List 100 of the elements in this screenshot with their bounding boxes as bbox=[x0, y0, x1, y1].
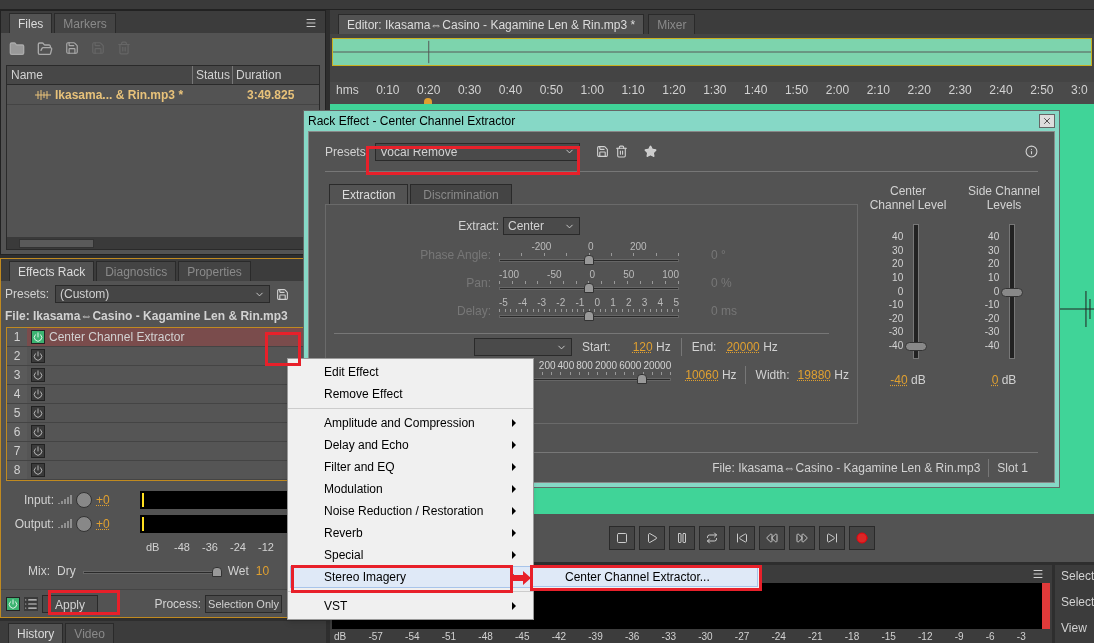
panel-tab[interactable]: Editor: Ikasama⇔Casino - Kagamine Len & Rin.mp3 * bbox=[338, 14, 645, 34]
submenu-arrow-icon bbox=[512, 507, 516, 515]
dialog-title: Rack Effect - Center Channel Extractor bbox=[308, 113, 516, 130]
skip-forward-icon bbox=[826, 532, 838, 544]
power-icon[interactable] bbox=[31, 444, 45, 458]
knob-icon[interactable] bbox=[76, 492, 92, 508]
folder-icon[interactable] bbox=[9, 41, 25, 57]
panel-tab[interactable]: Effects Rack bbox=[9, 261, 95, 281]
slider-thumb[interactable] bbox=[211, 566, 222, 577]
panel-label: Select bbox=[1061, 594, 1094, 611]
slider[interactable] bbox=[499, 253, 679, 265]
panel-tab[interactable]: History bbox=[8, 623, 64, 643]
tick-label: 3 bbox=[641, 297, 648, 309]
rewind-icon bbox=[766, 532, 778, 544]
power-icon[interactable] bbox=[31, 349, 45, 363]
panel-tab[interactable]: Video bbox=[65, 623, 114, 643]
star-icon[interactable] bbox=[644, 145, 657, 158]
transport-button[interactable] bbox=[669, 526, 695, 550]
info-icon[interactable] bbox=[1025, 145, 1038, 158]
power-icon[interactable] bbox=[31, 368, 45, 382]
meter-scale-label: 10 bbox=[891, 272, 904, 283]
volume-bars-icon bbox=[58, 495, 72, 505]
transport-button[interactable] bbox=[729, 526, 755, 550]
transport-button[interactable] bbox=[819, 526, 845, 550]
transport-button[interactable] bbox=[759, 526, 785, 550]
save-icon[interactable] bbox=[65, 41, 79, 55]
power-icon[interactable] bbox=[31, 425, 45, 439]
menu-item[interactable]: Noise Reduction / Restoration bbox=[290, 500, 531, 522]
submenu-arrow-icon bbox=[512, 529, 516, 537]
slider[interactable] bbox=[499, 309, 679, 321]
column-header[interactable]: Duration bbox=[232, 66, 282, 84]
preset-dropdown[interactable]: (Custom) bbox=[55, 285, 270, 303]
meter-scale-label: 20 bbox=[891, 259, 904, 270]
file-row[interactable]: Ikasama... & Rin.mp3 * 3:49.825 bbox=[7, 85, 319, 105]
power-icon[interactable] bbox=[31, 387, 45, 401]
width-value[interactable]: 19880 Hz bbox=[797, 366, 849, 384]
level-fader[interactable] bbox=[1001, 224, 1024, 359]
list-icon[interactable] bbox=[24, 596, 38, 611]
apply-button[interactable]: Apply bbox=[42, 594, 98, 613]
level-fader[interactable] bbox=[905, 224, 928, 359]
panel-tab[interactable]: Files bbox=[9, 13, 53, 33]
power-icon[interactable] bbox=[31, 463, 45, 477]
slider-thumb[interactable] bbox=[636, 374, 647, 384]
power-icon[interactable] bbox=[6, 596, 20, 611]
power-icon[interactable] bbox=[31, 330, 45, 344]
knob-icon[interactable] bbox=[76, 516, 92, 532]
gain-value[interactable]: +0 bbox=[96, 491, 136, 509]
menu-item[interactable]: VST bbox=[290, 595, 531, 617]
panel-tab[interactable]: Properties bbox=[178, 261, 251, 281]
tick-label: 0 bbox=[589, 269, 596, 281]
width-label: Width: bbox=[744, 366, 790, 384]
panel-menu-icon[interactable] bbox=[1032, 568, 1044, 580]
slot-number: 2 bbox=[7, 347, 27, 365]
process-dropdown[interactable]: Selection Only bbox=[205, 594, 282, 613]
menu-item[interactable]: Special bbox=[290, 544, 531, 566]
transport-button[interactable] bbox=[609, 526, 635, 550]
center-frequency-value[interactable]: 10060 Hz bbox=[679, 366, 737, 384]
mix-value[interactable]: 10 bbox=[255, 561, 270, 580]
level-scale-label: -57 bbox=[368, 630, 383, 643]
transport-button[interactable] bbox=[789, 526, 815, 550]
tick-label: -1 bbox=[575, 297, 585, 309]
transport-button[interactable] bbox=[699, 526, 725, 550]
time-label: 0:20 bbox=[417, 83, 441, 97]
column-header[interactable]: Name bbox=[7, 66, 192, 84]
power-icon[interactable] bbox=[31, 406, 45, 420]
time-label: 2:50 bbox=[1030, 83, 1054, 97]
menu-item[interactable]: Modulation bbox=[290, 478, 531, 500]
time-label: 0:30 bbox=[457, 83, 482, 97]
panel-tab[interactable]: Mixer bbox=[648, 14, 696, 34]
meter-value[interactable]: -40 dB bbox=[890, 371, 926, 389]
highlight-overlay bbox=[48, 590, 120, 615]
gain-value[interactable]: +0 bbox=[96, 515, 136, 533]
panel-menu-icon[interactable] bbox=[305, 17, 317, 29]
fader-thumb[interactable] bbox=[905, 341, 928, 351]
panel-tab[interactable]: Discrimination bbox=[410, 184, 512, 204]
meter-scale-label: -36 bbox=[202, 541, 218, 553]
io-label: Output: bbox=[13, 516, 54, 533]
close-button[interactable] bbox=[1039, 114, 1055, 128]
transport-button[interactable] bbox=[639, 526, 665, 550]
extract-dropdown[interactable]: Center bbox=[503, 217, 580, 235]
highlight-overlay bbox=[265, 332, 301, 366]
extract-label: Extract: bbox=[457, 218, 499, 235]
fader-thumb[interactable] bbox=[1001, 287, 1024, 297]
panel-tab[interactable]: Extraction bbox=[329, 184, 409, 204]
column-header[interactable]: Status bbox=[192, 66, 232, 84]
trash-icon[interactable] bbox=[615, 145, 628, 158]
playhead-icon[interactable] bbox=[424, 98, 432, 104]
panel-tab[interactable]: Diagnostics bbox=[96, 261, 177, 281]
slider[interactable] bbox=[499, 281, 679, 293]
start-value[interactable]: 120 Hz bbox=[620, 338, 671, 356]
time-label: 1:50 bbox=[784, 83, 809, 97]
folder-icon[interactable] bbox=[37, 41, 53, 57]
save-preset-icon[interactable] bbox=[596, 145, 609, 158]
slider[interactable] bbox=[82, 564, 221, 577]
save-preset-icon[interactable] bbox=[276, 287, 289, 301]
end-value[interactable]: 20000 Hz bbox=[726, 338, 778, 356]
menu-item[interactable]: Reverb bbox=[290, 522, 531, 544]
slot-number: 1 bbox=[7, 328, 27, 346]
panel-tab[interactable]: Markers bbox=[54, 13, 116, 33]
meter-value[interactable]: 0 dB bbox=[991, 371, 1017, 389]
